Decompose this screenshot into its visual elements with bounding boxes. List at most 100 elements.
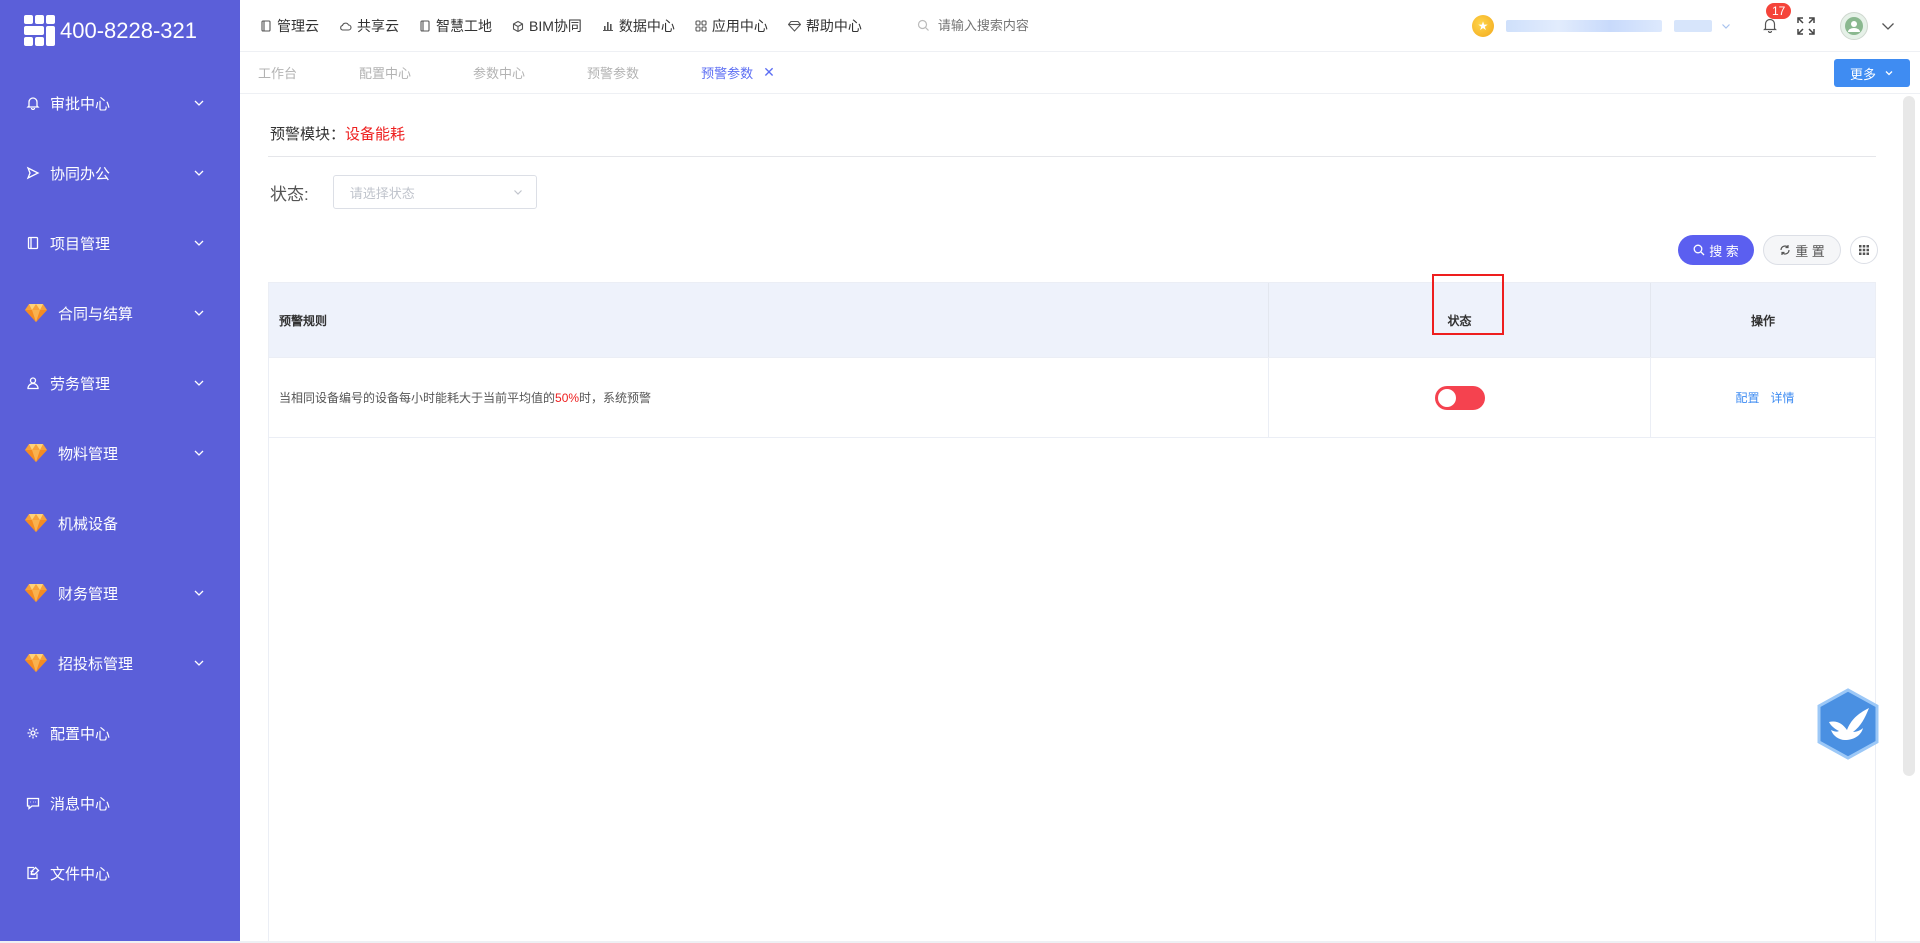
sidebar-nav: 审批中心 协同办公 项目管理 合同与结算 劳务管理 物料管理 机械设备 财务管理… — [0, 68, 240, 908]
toggle-knob — [1437, 388, 1456, 407]
send-icon — [24, 164, 42, 182]
refresh-icon — [1780, 245, 1790, 255]
gear-icon — [24, 724, 42, 742]
sidebar-item-material[interactable]: 物料管理 — [0, 418, 240, 488]
more-button[interactable]: 更多 — [1834, 59, 1910, 87]
reset-button[interactable]: 重 置 — [1763, 235, 1841, 265]
chevron-down-icon[interactable] — [1720, 20, 1732, 32]
message-icon — [24, 794, 42, 812]
apps-icon — [695, 19, 707, 32]
fullscreen-icon[interactable] — [1796, 16, 1816, 36]
status-select[interactable]: 请选择状态 — [332, 175, 537, 209]
box-icon — [512, 20, 524, 32]
assistant-bird-icon[interactable] — [1815, 688, 1881, 760]
grid-icon — [1859, 245, 1869, 255]
main-content: 预警模块：设备能耗 状态: 请选择状态 搜 索 重 置 预警规则 状态 操作 当… — [268, 96, 1878, 943]
tab-warning-params[interactable]: 预警参数 — [587, 63, 639, 82]
cloud-icon — [340, 22, 352, 31]
sidebar-item-finance[interactable]: 财务管理 — [0, 558, 240, 628]
chevron-down-icon — [194, 310, 204, 316]
column-settings-button[interactable] — [1850, 236, 1878, 264]
chevron-down-icon — [513, 190, 522, 195]
status-toggle[interactable] — [1434, 385, 1485, 410]
avatar[interactable] — [1840, 12, 1868, 40]
tab-warning-params-active[interactable]: 预警参数 ✕ — [701, 63, 775, 82]
topnav-share-cloud[interactable]: 共享云 — [339, 16, 399, 36]
chevron-down-icon — [194, 170, 204, 176]
chevron-down-icon — [194, 590, 204, 596]
header-status: 状态 — [1269, 283, 1651, 357]
diamond-icon — [787, 20, 801, 32]
file-edit-icon — [24, 864, 42, 882]
search-button[interactable]: 搜 索 — [1678, 235, 1754, 265]
gem-icon — [24, 304, 48, 322]
topnav-bim[interactable]: BIM协同 — [512, 16, 582, 36]
sidebar-item-message[interactable]: 消息中心 — [0, 768, 240, 838]
user-icon — [24, 374, 42, 392]
sidebar-item-labor[interactable]: 劳务管理 — [0, 348, 240, 418]
bell-icon — [1763, 18, 1777, 33]
warning-rules-table: 预警规则 状态 操作 当相同设备编号的设备每小时能耗大于当前平均值的 50% 时，系… — [268, 282, 1876, 943]
notification-badge: 17 — [1766, 2, 1792, 19]
avatar-icon — [1845, 17, 1863, 35]
chevron-down-icon — [194, 380, 204, 386]
sidebar-item-approval[interactable]: 审批中心 — [0, 68, 240, 138]
logo[interactable]: 400-8228-321 — [0, 0, 240, 62]
module-value: 设备能耗 — [345, 126, 406, 143]
doc-icon — [261, 19, 271, 32]
search-icon — [917, 19, 929, 31]
book-icon — [24, 234, 42, 252]
chevron-down-icon — [1885, 71, 1893, 76]
status-select-placeholder: 请选择状态 — [349, 185, 415, 201]
tab-workbench[interactable]: 工作台 — [258, 63, 297, 82]
top-search-input[interactable] — [937, 18, 1138, 33]
header-rule: 预警规则 — [269, 283, 1269, 357]
topnav-app-center[interactable]: 应用中心 — [695, 16, 768, 36]
gem-icon — [24, 584, 48, 602]
topnav-help-center[interactable]: 帮助中心 — [787, 16, 862, 36]
topnav-data-center[interactable]: 数据中心 — [602, 16, 675, 36]
sidebar-item-bidding[interactable]: 招投标管理 — [0, 628, 240, 698]
sidebar-item-contract[interactable]: 合同与结算 — [0, 278, 240, 348]
top-right: ★ 17 — [1472, 0, 1920, 52]
close-icon[interactable]: ✕ — [763, 64, 775, 81]
module-label: 预警模块： — [270, 126, 346, 143]
gem-icon — [24, 444, 48, 462]
sidebar: 400-8228-321 审批中心 协同办公 项目管理 合同与结算 劳务管理 物… — [0, 0, 240, 943]
scrollbar[interactable] — [1903, 96, 1915, 776]
sidebar-item-machinery[interactable]: 机械设备 — [0, 488, 240, 558]
chevron-down-icon — [194, 450, 204, 456]
chevron-down-icon — [194, 240, 204, 246]
logo-icon — [24, 15, 56, 47]
top-search — [917, 18, 1138, 33]
detail-link[interactable]: 详情 — [1771, 389, 1795, 406]
sidebar-item-collab[interactable]: 协同办公 — [0, 138, 240, 208]
sidebar-item-file[interactable]: 文件中心 — [0, 838, 240, 908]
status-filter: 状态: 请选择状态 — [270, 175, 537, 209]
search-icon — [1693, 244, 1705, 256]
top-nav: 管理云 共享云 智慧工地 BIM协同 数据中心 应用中心 帮助中心 — [260, 16, 882, 36]
tabs-bar: 工作台 配置中心 参数中心 预警参数 预警参数 ✕ 更多 — [240, 52, 1920, 94]
topnav-management-cloud[interactable]: 管理云 — [260, 16, 319, 36]
divider — [268, 156, 1876, 157]
logo-phone: 400-8228-321 — [60, 18, 198, 43]
notification-bell[interactable]: 17 — [1762, 2, 1792, 36]
module-line: 预警模块：设备能耗 — [270, 123, 405, 144]
chevron-down-icon — [194, 100, 204, 106]
top-bar: 管理云 共享云 智慧工地 BIM协同 数据中心 应用中心 帮助中心 请输入搜索内… — [240, 0, 1920, 52]
cell-rule: 当相同设备编号的设备每小时能耗大于当前平均值的 50% 时，系统预警 — [269, 358, 1269, 437]
user-role-blurred — [1674, 20, 1712, 32]
topnav-smart-site[interactable]: 智慧工地 — [419, 16, 492, 36]
table-row: 当相同设备编号的设备每小时能耗大于当前平均值的 50% 时，系统预警 配置 详情 — [269, 358, 1875, 438]
bell-icon — [24, 94, 42, 112]
header-actions: 操作 — [1750, 313, 1775, 328]
chevron-down-icon[interactable] — [1880, 18, 1896, 34]
status-filter-label: 状态: — [270, 184, 309, 204]
tab-config-center[interactable]: 配置中心 — [359, 63, 411, 82]
gem-icon — [24, 514, 48, 532]
sidebar-item-project[interactable]: 项目管理 — [0, 208, 240, 278]
coin-icon[interactable]: ★ — [1472, 15, 1494, 37]
config-link[interactable]: 配置 — [1735, 389, 1759, 406]
sidebar-item-config[interactable]: 配置中心 — [0, 698, 240, 768]
tab-param-center[interactable]: 参数中心 — [473, 63, 525, 82]
